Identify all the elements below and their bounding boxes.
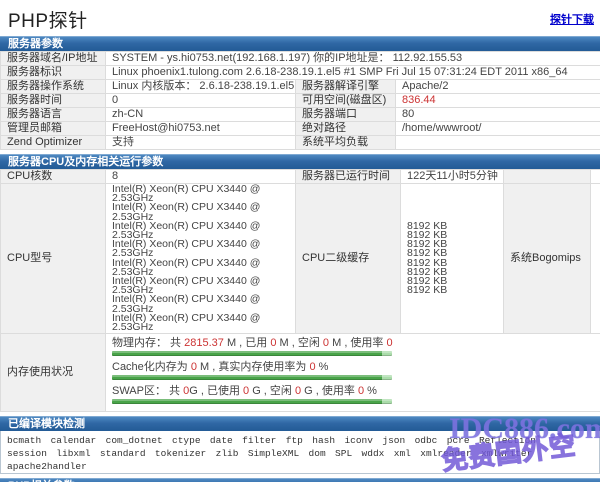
param-value	[591, 170, 600, 184]
param-label: 系统平均负载	[296, 136, 396, 150]
cpu-memory-table: CPU核数 8 服务器已运行时间 122天11小时5分钟 CPU型号 Intel…	[0, 169, 600, 412]
param-label: 服务器操作系统	[1, 80, 106, 94]
probe-download-link[interactable]: 探针下载	[550, 11, 594, 27]
param-label: 服务器已运行时间	[296, 170, 401, 184]
param-label: CPU二级缓存	[296, 184, 401, 334]
param-label: CPU核数	[1, 170, 106, 184]
param-value: 80	[396, 108, 600, 122]
param-value: FreeHost@hi0753.net	[106, 122, 296, 136]
section-php-params: PHP相关参数 PHP信息（phpinfo）： PHPINFO PHP版本（ph…	[0, 478, 600, 482]
param-label: 服务器解译引擎	[296, 80, 396, 94]
table-row: 服务器域名/IP地址 SYSTEM - ys.hi0753.net(192.16…	[1, 52, 600, 66]
table-row: CPU型号 Intel(R) Xeon(R) CPU X3440 @ 2.53G…	[1, 184, 600, 334]
param-value: /home/wwwroot/	[396, 122, 600, 136]
param-value: SYSTEM - ys.hi0753.net(192.168.1.197) 你的…	[106, 52, 600, 66]
cpu-cache-list: 8192 KB 8192 KB 8192 KB 8192 KB 8192 KB …	[401, 184, 504, 334]
table-row: 服务器标识 Linux phoenix1.tulong.com 2.6.18-2…	[1, 66, 600, 80]
param-label	[504, 170, 591, 184]
param-value: Linux phoenix1.tulong.com 2.6.18-238.19.…	[106, 66, 600, 80]
memory-cache-line: Cache化内存为 0 M , 真实内存使用率为 0 %	[112, 361, 594, 373]
param-label: 服务器语言	[1, 108, 106, 122]
param-label: CPU型号	[1, 184, 106, 334]
param-label: 管理员邮箱	[1, 122, 106, 136]
cpu-model-list: Intel(R) Xeon(R) CPU X3440 @ 2.53GHz Int…	[106, 184, 296, 334]
param-label: 系统Bogomips	[504, 184, 591, 334]
table-row: 管理员邮箱 FreeHost@hi0753.net 绝对路径 /home/www…	[1, 122, 600, 136]
param-label: 服务器时间	[1, 94, 106, 108]
table-row: 服务器操作系统 Linux 内核版本： 2.6.18-238.19.1.el5 …	[1, 80, 600, 94]
param-label: Zend Optimizer	[1, 136, 106, 150]
page-title: PHP探针	[8, 6, 88, 33]
section-header-modules: 已编译模块检测	[0, 416, 600, 431]
memory-physical-line: 物理内存： 共 2815.37 M , 已用 0 M , 空闲 0 M , 使用…	[112, 337, 594, 349]
table-row: 服务器语言 zh-CN 服务器端口 80	[1, 108, 600, 122]
memory-physical-bar	[112, 351, 392, 356]
param-label: 内存使用状况	[1, 334, 106, 412]
table-row: CPU核数 8 服务器已运行时间 122天11小时5分钟	[1, 170, 600, 184]
page-header: PHP探针 探针下载	[0, 0, 600, 34]
param-value: Linux 内核版本： 2.6.18-238.19.1.el5	[106, 80, 296, 94]
modules-list: bcmath calendar com_dotnet ctype date fi…	[0, 431, 600, 474]
param-value	[396, 136, 600, 150]
table-row: 内存使用状况 物理内存： 共 2815.37 M , 已用 0 M , 空闲 0…	[1, 334, 600, 412]
param-label: 服务器域名/IP地址	[1, 52, 106, 66]
memory-swap-line: SWAP区： 共 0G , 已使用 0 G , 空闲 0 G , 使用率 0 %	[112, 385, 594, 397]
table-row: 服务器时间 0 可用空间(磁盘区) 836.44	[1, 94, 600, 108]
section-header-server: 服务器参数	[0, 36, 600, 51]
section-modules: 已编译模块检测 bcmath calendar com_dotnet ctype…	[0, 416, 600, 474]
section-header-cpu: 服务器CPU及内存相关运行参数	[0, 154, 600, 169]
param-value: 0	[106, 94, 296, 108]
server-params-table: 服务器域名/IP地址 SYSTEM - ys.hi0753.net(192.16…	[0, 51, 600, 150]
param-value: 122天11小时5分钟	[401, 170, 504, 184]
param-value: 8	[106, 170, 296, 184]
param-value: 836.44	[396, 94, 600, 108]
param-value: Apache/2	[396, 80, 600, 94]
memory-swap-bar	[112, 399, 392, 404]
param-value	[591, 184, 600, 334]
param-label: 服务器端口	[296, 108, 396, 122]
section-header-php: PHP相关参数	[0, 478, 600, 482]
param-label: 服务器标识	[1, 66, 106, 80]
section-cpu-memory: 服务器CPU及内存相关运行参数 CPU核数 8 服务器已运行时间 122天11小…	[0, 154, 600, 412]
php-probe-page: PHP探针 探针下载 服务器参数 服务器域名/IP地址 SYSTEM - ys.…	[0, 0, 600, 482]
param-label: 绝对路径	[296, 122, 396, 136]
table-row: Zend Optimizer 支持 系统平均负载	[1, 136, 600, 150]
memory-cache-bar	[112, 375, 392, 380]
memory-usage-cell: 物理内存： 共 2815.37 M , 已用 0 M , 空闲 0 M , 使用…	[106, 334, 600, 412]
param-label: 可用空间(磁盘区)	[296, 94, 396, 108]
param-value: 支持	[106, 136, 296, 150]
param-value: zh-CN	[106, 108, 296, 122]
section-server-params: 服务器参数 服务器域名/IP地址 SYSTEM - ys.hi0753.net(…	[0, 36, 600, 150]
